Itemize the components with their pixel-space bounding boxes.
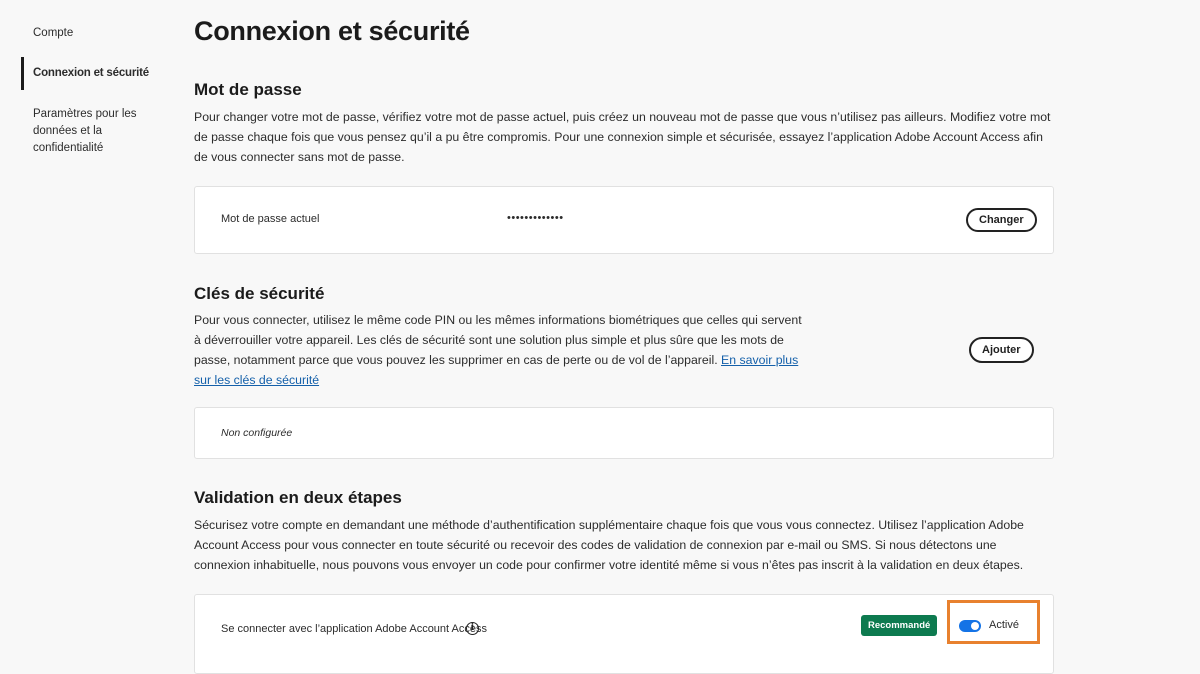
security-keys-description: Pour vous connecter, utilisez le même co…	[194, 310, 804, 390]
sidebar-item-compte[interactable]: Compte	[21, 25, 73, 42]
security-keys-status: Non configurée	[221, 427, 293, 439]
password-heading: Mot de passe	[194, 80, 302, 99]
masked-password: •••••••••••••	[507, 212, 564, 224]
toggle-label: Activé	[989, 619, 1019, 631]
sidebar-item-connexion-securite[interactable]: Connexion et sécurité	[21, 57, 149, 90]
security-keys-text: Pour vous connecter, utilisez le même co…	[194, 313, 802, 367]
toggle-knob	[971, 622, 979, 630]
two-step-description: Sécurisez votre compte en demandant une …	[194, 518, 1024, 572]
activate-toggle[interactable]	[959, 620, 981, 632]
sidebar-item-donnees-confidentialite[interactable]: Paramètres pour les données et la confid…	[21, 106, 173, 157]
password-description: Pour changer votre mot de passe, vérifie…	[194, 110, 1051, 164]
security-keys-card: Non configurée	[194, 407, 1054, 459]
add-security-key-button[interactable]: Ajouter	[969, 337, 1034, 363]
two-step-heading: Validation en deux étapes	[194, 488, 402, 507]
change-password-button[interactable]: Changer	[966, 208, 1037, 232]
info-icon[interactable]: i	[466, 622, 479, 635]
security-keys-heading: Clés de sécurité	[194, 284, 325, 303]
app-option-label: Se connecter avec l’application Adobe Ac…	[221, 623, 488, 635]
page-title: Connexion et sécurité	[194, 16, 470, 46]
two-step-app-card: Se connecter avec l’application Adobe Ac…	[194, 594, 1054, 674]
password-card: Mot de passe actuel ••••••••••••• Change…	[194, 186, 1054, 254]
recommended-badge: Recommandé	[861, 615, 938, 636]
current-password-label: Mot de passe actuel	[221, 213, 320, 225]
